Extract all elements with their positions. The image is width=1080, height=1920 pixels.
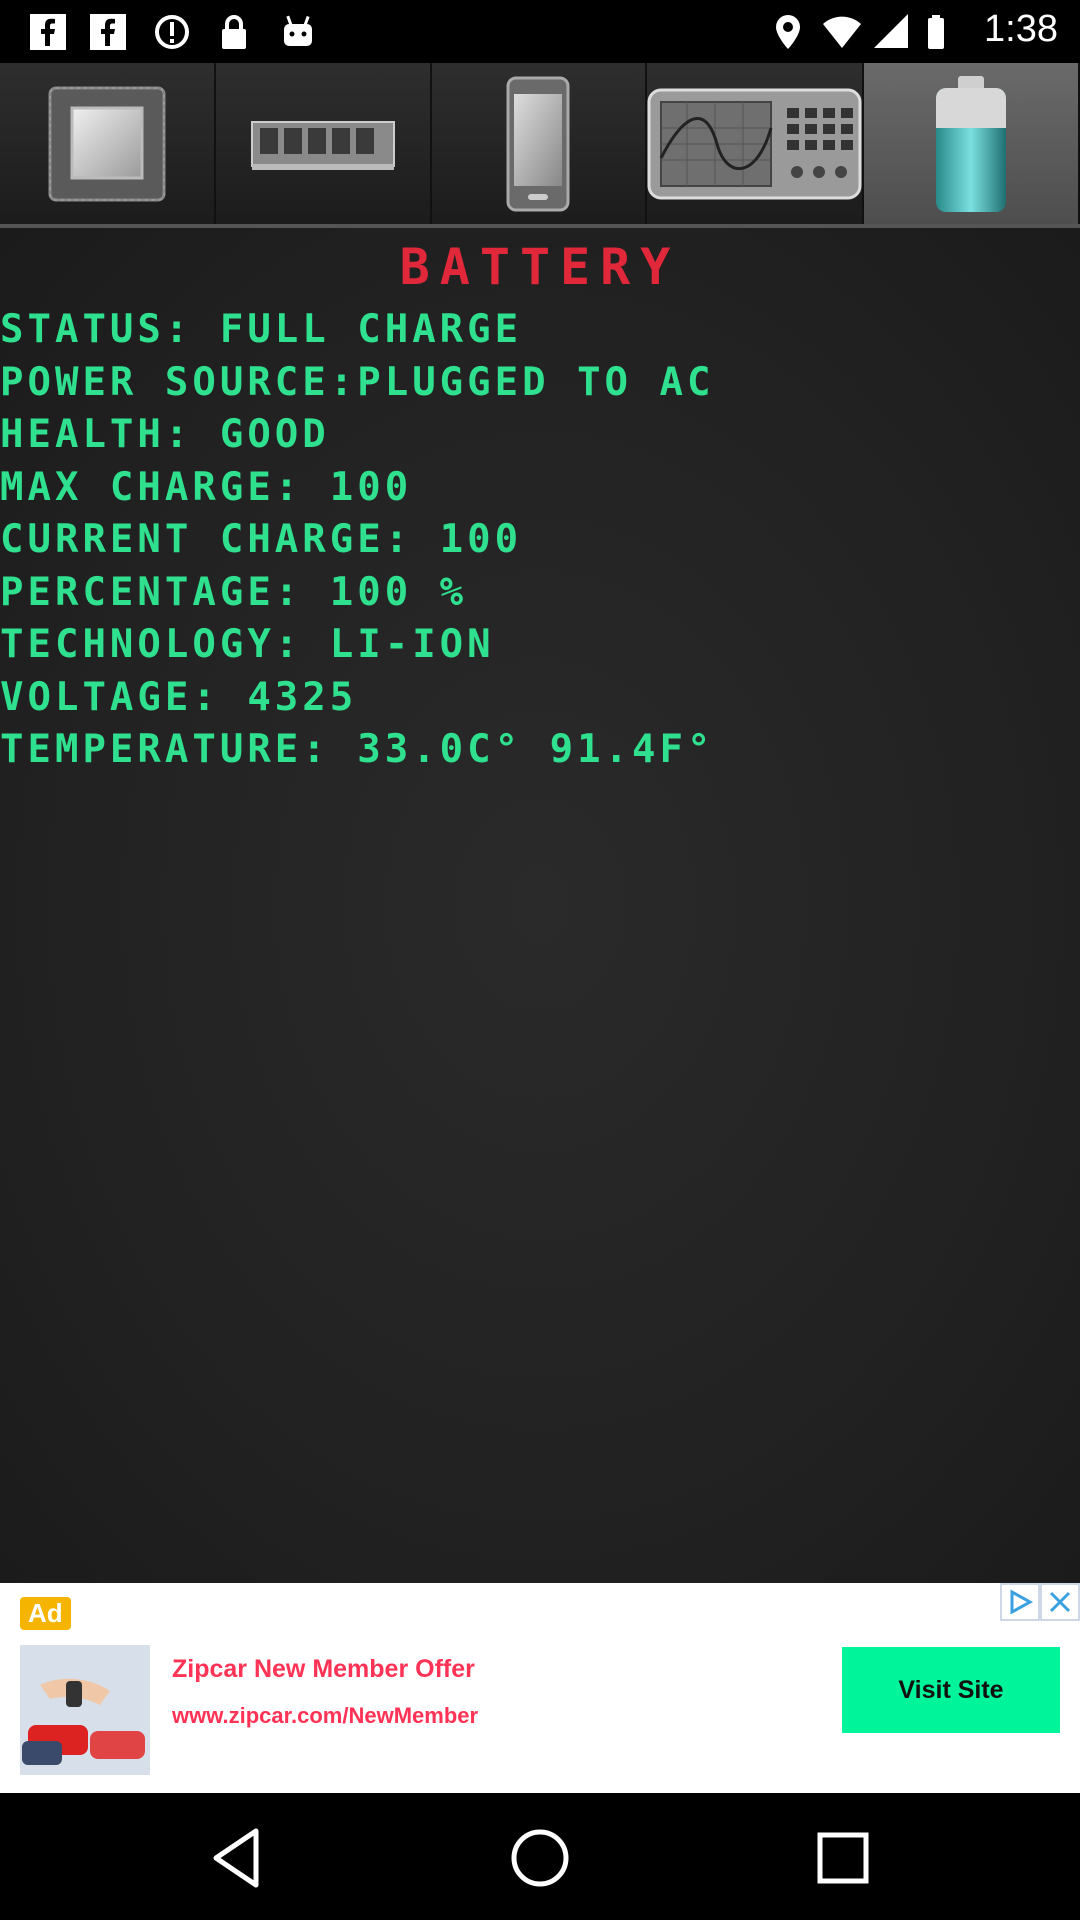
- battery-panel: BATTERY STATUS: FULL CHARGE POWER SOURCE…: [0, 228, 1080, 1583]
- location-icon: [776, 15, 800, 49]
- home-icon[interactable]: [505, 1823, 575, 1893]
- tab-cpu[interactable]: [0, 63, 216, 224]
- ad-choices-icon[interactable]: [1000, 1583, 1040, 1621]
- clock: 1:38: [984, 8, 1058, 50]
- data-saver-icon: [155, 15, 189, 49]
- battery-icon: [928, 15, 944, 49]
- ad-badge: Ad: [20, 1597, 71, 1630]
- back-icon[interactable]: [202, 1823, 272, 1893]
- tab-battery[interactable]: [864, 63, 1080, 224]
- status-bar: 1:38: [0, 0, 1080, 63]
- battery-icon: [936, 75, 1007, 212]
- android-icon: [284, 15, 312, 46]
- tab-sensors[interactable]: [647, 63, 865, 224]
- technology-line: TECHNOLOGY: LI-ION: [0, 622, 495, 667]
- tab-memory[interactable]: [215, 63, 432, 224]
- battery-info-list: STATUS: FULL CHARGE POWER SOURCE:PLUGGED…: [0, 304, 714, 777]
- current-charge-line: CURRENT CHARGE: 100: [0, 517, 523, 562]
- voltage-line: VOLTAGE: 4325: [0, 674, 358, 720]
- facebook-icon: [90, 14, 126, 50]
- wifi-icon: [823, 16, 861, 48]
- ad-banner[interactable]: Ad Zipcar New Member Offer www.zipcar.co…: [0, 1583, 1080, 1793]
- status-line: STATUS: FULL CHARGE: [0, 307, 523, 352]
- health-line: HEALTH: GOOD: [0, 412, 330, 457]
- tab-bar: [0, 63, 1080, 228]
- ad-title[interactable]: Zipcar New Member Offer: [172, 1655, 475, 1684]
- signal-icon: [874, 14, 908, 48]
- max-charge-line: MAX CHARGE: 100: [0, 464, 413, 510]
- temperature-line: TEMPERATURE: 33.0C° 91.4F°: [0, 727, 715, 772]
- ad-image[interactable]: [20, 1645, 150, 1775]
- memory-icon: [250, 120, 395, 170]
- phone-icon: [506, 76, 570, 211]
- percentage-line: PERCENTAGE: 100 %: [0, 569, 468, 615]
- facebook-icon: [30, 14, 66, 50]
- cpu-icon: [48, 86, 166, 201]
- tab-device[interactable]: [431, 63, 648, 224]
- ad-url[interactable]: www.zipcar.com/NewMember: [172, 1703, 478, 1729]
- recents-icon[interactable]: [808, 1823, 878, 1893]
- power-source-line: POWER SOURCE:PLUGGED TO AC: [0, 359, 715, 405]
- oscilloscope-icon: [647, 88, 862, 199]
- close-icon[interactable]: [1040, 1583, 1080, 1621]
- lock-icon: [222, 15, 246, 49]
- visit-site-button[interactable]: Visit Site: [842, 1647, 1060, 1733]
- page-title: BATTERY: [399, 238, 681, 296]
- navigation-bar: [0, 1793, 1080, 1920]
